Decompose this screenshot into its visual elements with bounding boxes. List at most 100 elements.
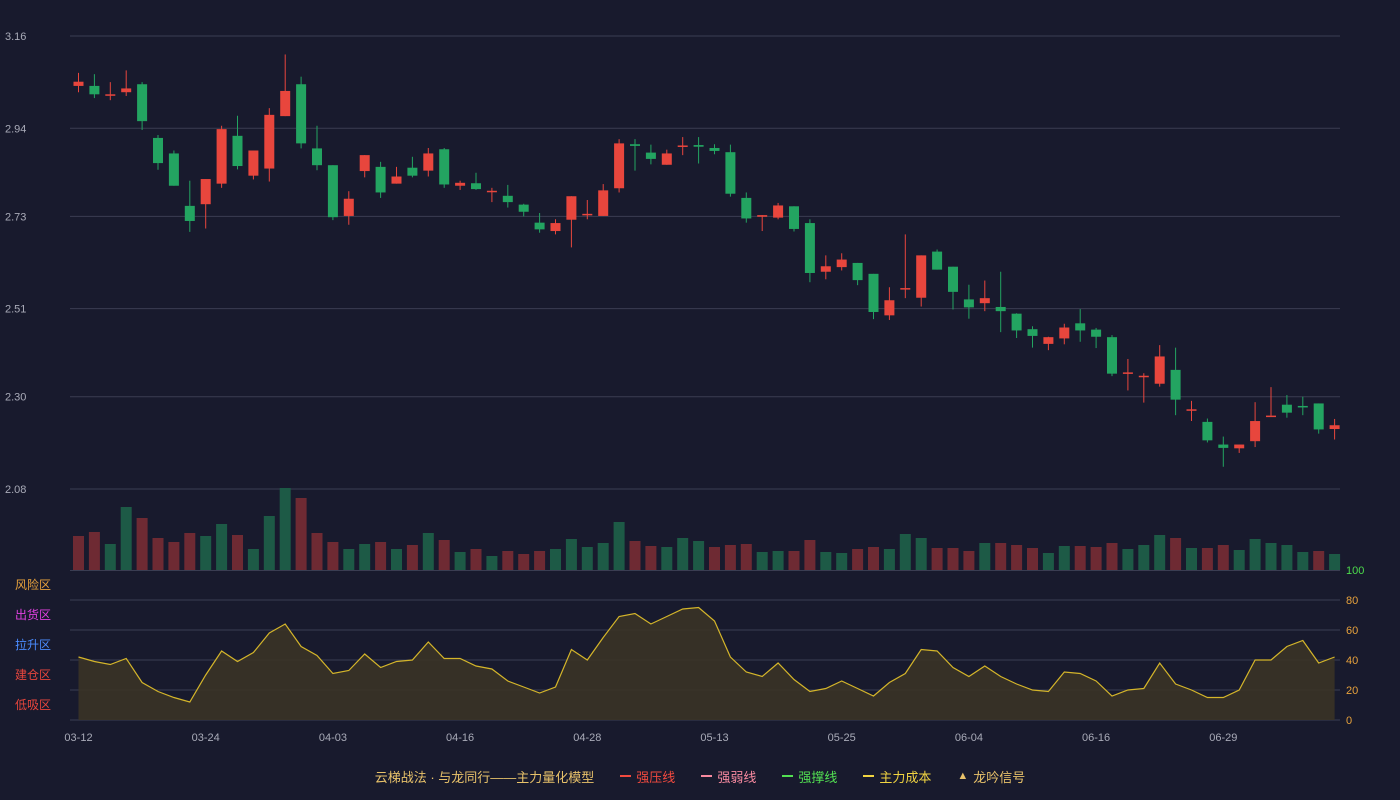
candle-body <box>1281 404 1292 413</box>
candle-body <box>979 298 990 304</box>
legend-title-text: 云梯战法 · 与龙同行——主力量化模型 <box>374 769 595 785</box>
date-tick-label: 03-24 <box>192 732 220 744</box>
candle-body <box>216 129 227 184</box>
volume-bar <box>343 549 355 570</box>
candle-body <box>741 197 752 219</box>
volume-bar <box>184 533 196 570</box>
stock-chart: 3.16 2.94 2.73 2.51 2.30 2.08 100 80 60 40 20 0 风险区… <box>5 31 1364 744</box>
volume-bar <box>852 549 864 570</box>
candle-body <box>1202 421 1213 441</box>
volume-bar <box>1138 545 1150 570</box>
candle-body <box>1059 327 1070 339</box>
candle-body <box>1329 425 1340 430</box>
volume-bar <box>1281 545 1293 570</box>
volume-bar <box>200 536 212 570</box>
candle-body <box>1107 337 1117 374</box>
volume-bar <box>1329 554 1341 570</box>
volume-bar <box>597 543 609 570</box>
indicator-tick-label: 0 <box>1346 715 1352 727</box>
candle-body <box>359 155 370 172</box>
candle-body <box>200 179 211 205</box>
volume-bar <box>645 546 657 570</box>
volume-bar <box>359 544 371 570</box>
volume-bar <box>216 524 228 570</box>
volume-bar <box>1313 551 1325 570</box>
candle-body <box>121 88 132 93</box>
candle-body <box>248 150 259 176</box>
volume-bar <box>1201 548 1213 570</box>
volume-bar <box>550 549 561 570</box>
volume-bar <box>963 551 975 570</box>
legend-label: 龙吟信号 <box>973 769 1026 785</box>
volume-bar <box>709 547 720 570</box>
candle-body <box>439 149 450 185</box>
volume-bar <box>693 541 705 570</box>
candle-body <box>153 137 163 164</box>
volume-bar <box>883 549 895 570</box>
volume-bar <box>247 549 259 570</box>
candle-body <box>932 251 943 270</box>
date-tick-label: 04-03 <box>319 732 347 744</box>
volume-bar <box>327 542 339 570</box>
candle-body <box>900 288 911 290</box>
date-tick-label: 05-13 <box>700 732 728 744</box>
indicator-zone-label: 拉升区 <box>15 637 51 652</box>
volume-bar <box>311 533 323 570</box>
indicator-tick-label: 100 <box>1346 565 1364 577</box>
volume-bar <box>422 533 434 570</box>
candle-body <box>725 152 736 194</box>
volume-bar <box>168 542 180 570</box>
candle-body <box>820 266 831 272</box>
date-tick-label: 06-29 <box>1209 732 1237 744</box>
legend-item-main-cost[interactable]: 主力成本 <box>863 767 931 786</box>
candle-body <box>582 213 593 216</box>
candle-body <box>518 204 529 212</box>
candle-body <box>884 300 895 316</box>
date-tick-label: 04-16 <box>446 732 474 744</box>
price-tick-label: 2.08 <box>5 484 26 496</box>
candle-body <box>995 306 1006 312</box>
legend-item-strong-support[interactable]: 强撑线 <box>782 767 837 786</box>
volume-bar <box>104 544 116 570</box>
legend-title: 云梯战法 · 与龙同行——主力量化模型 <box>375 767 595 786</box>
candle-body <box>598 190 609 216</box>
candle-body <box>757 215 768 217</box>
candle-body <box>709 147 720 151</box>
candle-body <box>1043 337 1054 344</box>
candle-body <box>1218 444 1229 448</box>
indicator-tick-label: 20 <box>1346 685 1358 697</box>
candle-body <box>1091 329 1102 337</box>
indicator-area <box>78 607 1335 720</box>
legend-item-dragon-signal[interactable]: ▲ 龙吟信号 <box>957 767 1025 786</box>
volume-bar <box>486 556 498 570</box>
indicator-tick-label: 60 <box>1346 625 1358 637</box>
volume-bar <box>836 553 848 570</box>
candlestick-series <box>73 54 1340 467</box>
volume-bar <box>391 549 402 570</box>
solid-line-icon <box>620 775 632 777</box>
candle-body <box>137 84 148 122</box>
volume-bar <box>629 541 641 570</box>
candle-body <box>343 198 354 216</box>
volume-bar <box>1042 553 1054 570</box>
legend-item-strong-pressure[interactable]: 强压线 <box>620 767 675 786</box>
solid-line-icon <box>782 775 794 777</box>
candle-body <box>1011 313 1022 331</box>
legend-item-strength-line[interactable]: 强弱线 <box>701 767 756 786</box>
volume-bar <box>1265 543 1277 570</box>
volume-bar <box>375 542 387 570</box>
candle-body <box>1138 375 1149 378</box>
volume-bar <box>804 540 816 570</box>
indicator-zone-label: 建仓区 <box>15 668 51 682</box>
volume-bar <box>1233 550 1245 570</box>
date-tick-label: 06-04 <box>955 732 983 744</box>
candle-body <box>630 144 640 146</box>
volume-bar <box>1249 539 1261 570</box>
candle-body <box>391 176 402 184</box>
candle-body <box>804 223 815 273</box>
volume-bar <box>534 551 546 570</box>
legend-label: 强撑线 <box>798 769 838 785</box>
volume-bar <box>1011 545 1023 570</box>
volume-bar <box>454 552 466 570</box>
candle-body <box>550 223 561 232</box>
